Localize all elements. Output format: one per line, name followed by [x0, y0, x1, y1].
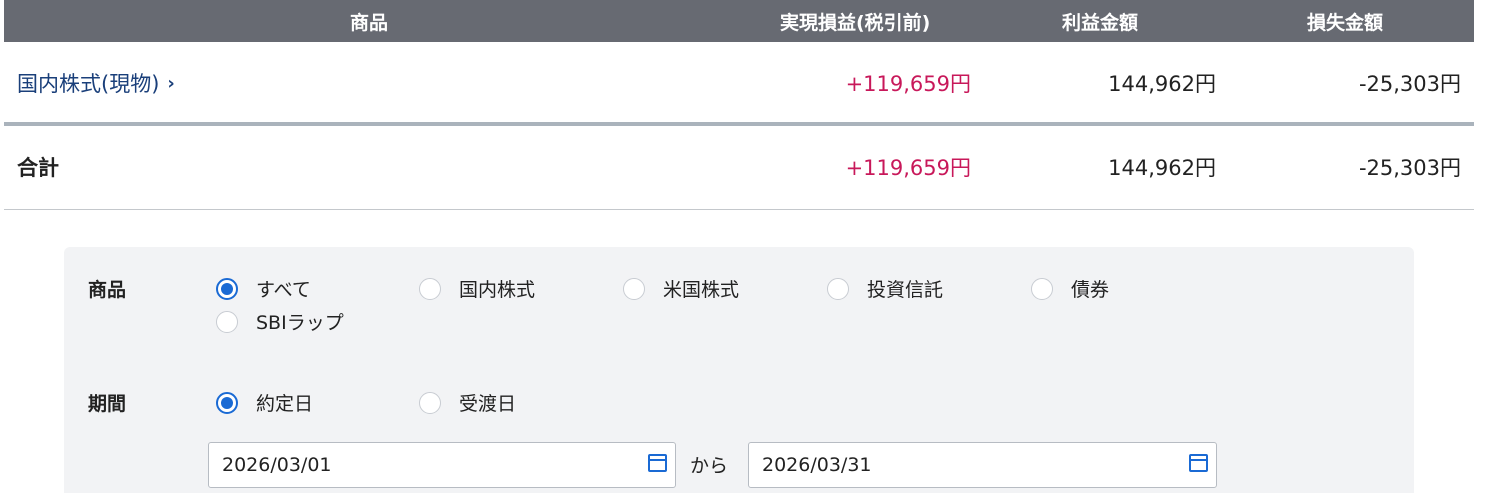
row-name: 国内株式(現物): [17, 72, 160, 96]
date-from-input[interactable]: 2026/03/01: [208, 442, 676, 488]
header-profit: 利益金額: [1062, 12, 1139, 34]
radio-label: 約定日: [256, 393, 314, 415]
radio-button[interactable]: [1031, 277, 1053, 300]
pnl-table: 商品 実現損益(税引前) 利益金額 損失金額 国内株式(現物) › +119,6…: [4, 0, 1474, 210]
radio-label: 国内株式: [459, 279, 536, 301]
radio-button[interactable]: [623, 277, 645, 300]
radio-button[interactable]: [419, 277, 441, 300]
radio-button-selected[interactable]: [216, 391, 238, 414]
radio-sbi-wrap[interactable]: SBIラップ: [216, 308, 344, 335]
date-from-value: 2026/03/01: [222, 454, 332, 476]
radio-button[interactable]: [419, 391, 441, 414]
header-loss: 損失金額: [1307, 12, 1384, 34]
radio-button[interactable]: [216, 310, 238, 333]
date-to-input[interactable]: 2026/03/31: [748, 442, 1217, 488]
range-separator: から: [690, 455, 729, 477]
radio-trade-date[interactable]: 約定日: [216, 389, 313, 416]
radio-label: すべて: [256, 279, 311, 301]
calendar-icon[interactable]: [1189, 454, 1208, 472]
domestic-stock-link[interactable]: 国内株式(現物) ›: [17, 68, 175, 98]
radio-label: 米国株式: [663, 279, 740, 301]
date-to-value: 2026/03/31: [762, 454, 872, 476]
filter-panel: 商品 すべて 国内株式 米国株式 投資信託 債券 SBIラップ 期間 約定日 受…: [64, 247, 1414, 493]
row-profit: 144,962円: [1108, 72, 1216, 96]
radio-us-stock[interactable]: 米国株式: [623, 275, 739, 302]
radio-domestic-stock[interactable]: 国内株式: [419, 275, 535, 302]
header-product: 商品: [350, 12, 389, 34]
radio-label: 債券: [1071, 279, 1110, 301]
radio-investment-trust[interactable]: 投資信託: [827, 275, 943, 302]
radio-button[interactable]: [827, 277, 849, 300]
row-realized: +119,659円: [845, 72, 971, 96]
total-realized: +119,659円: [845, 156, 971, 180]
radio-bond[interactable]: 債券: [1031, 275, 1109, 302]
chevron-right-icon: ›: [167, 72, 175, 94]
radio-all[interactable]: すべて: [216, 275, 311, 302]
total-profit: 144,962円: [1108, 156, 1216, 180]
header-realized: 実現損益(税引前): [780, 12, 931, 34]
radio-label: SBIラップ: [256, 312, 344, 334]
radio-button-selected[interactable]: [216, 277, 238, 300]
total-loss: -25,303円: [1358, 156, 1461, 180]
calendar-icon[interactable]: [648, 454, 667, 472]
row-loss: -25,303円: [1358, 72, 1461, 96]
table-row: 国内株式(現物) › +119,659円 144,962円 -25,303円: [4, 42, 1474, 126]
product-filter-label: 商品: [88, 279, 127, 301]
radio-settlement-date[interactable]: 受渡日: [419, 389, 516, 416]
radio-label: 投資信託: [867, 279, 944, 301]
table-header: 商品 実現損益(税引前) 利益金額 損失金額: [4, 0, 1474, 42]
radio-label: 受渡日: [459, 393, 517, 415]
total-row: 合計 +119,659円 144,962円 -25,303円: [4, 126, 1474, 210]
total-label: 合計: [17, 156, 59, 180]
period-filter-label: 期間: [88, 393, 127, 415]
